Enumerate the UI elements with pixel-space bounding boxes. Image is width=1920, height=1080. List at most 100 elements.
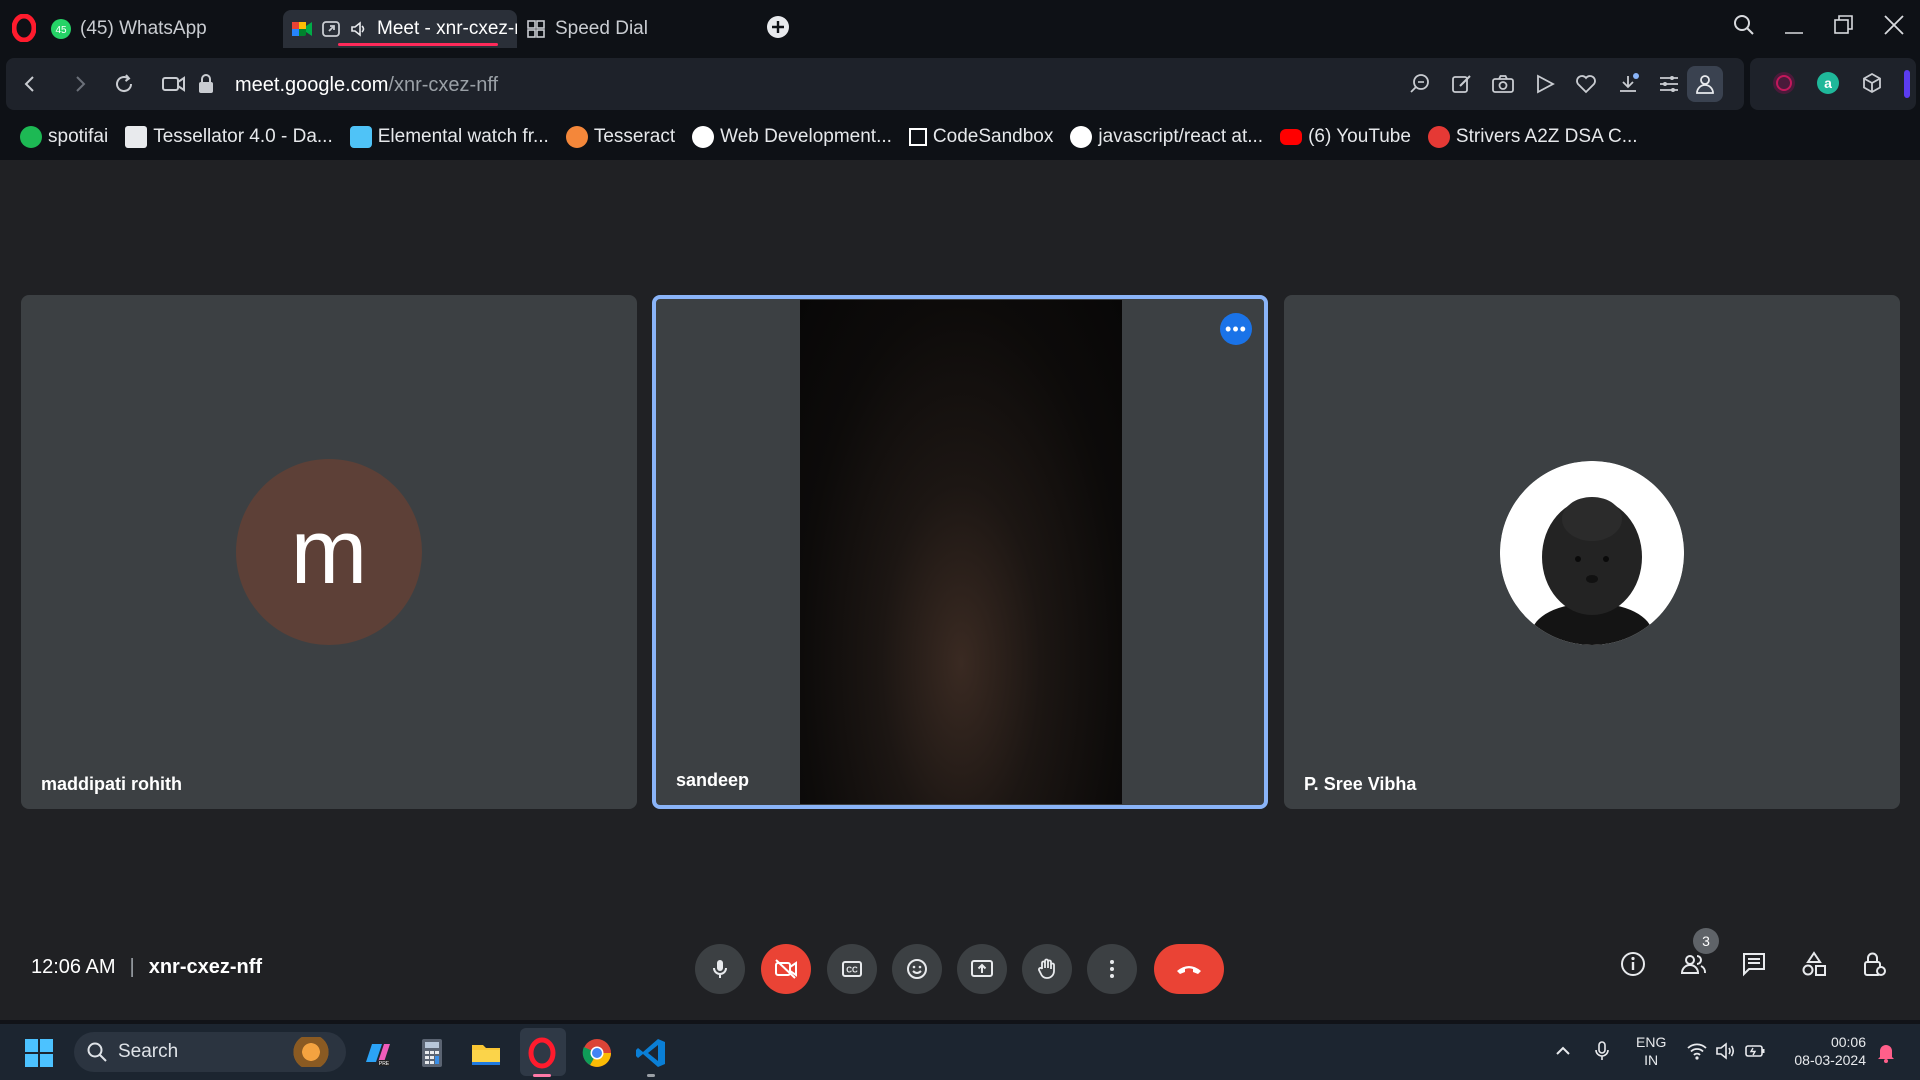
- opera-app-icon[interactable]: [525, 1036, 559, 1070]
- copilot-icon[interactable]: PRE: [360, 1036, 394, 1070]
- bookmark-tessellator[interactable]: Tessellator 4.0 - Da...: [125, 126, 333, 148]
- bookmark-strivers[interactable]: Strivers A2Z DSA C...: [1427, 126, 1638, 148]
- bookmark-spotifai[interactable]: spotifai: [20, 126, 108, 148]
- tab-whatsapp[interactable]: 45 (45) WhatsApp: [50, 10, 207, 48]
- pip-icon[interactable]: [321, 19, 341, 39]
- bookmark-tesseract[interactable]: Tesseract: [565, 126, 675, 148]
- participant-tile[interactable]: m maddipati rohith: [21, 295, 637, 809]
- send-icon[interactable]: [1533, 72, 1557, 96]
- language-indicator[interactable]: ENG IN: [1636, 1033, 1666, 1069]
- bookmark-web-development[interactable]: Web Development...: [692, 126, 892, 148]
- camera-permission-icon[interactable]: [161, 72, 187, 96]
- address-bar: meet.google.com/xnr-cxez-nff: [6, 58, 1744, 110]
- url-host: meet.google.com: [235, 74, 389, 96]
- bookmark-label: Elemental watch fr...: [377, 126, 549, 147]
- wifi-icon[interactable]: [1686, 1041, 1708, 1061]
- extensions-cube-icon[interactable]: [1860, 71, 1884, 95]
- back-icon[interactable]: [18, 72, 42, 96]
- windows-taskbar: Search PRE ENG IN 00:06 08-03-2024: [0, 1024, 1920, 1080]
- present-screen-button[interactable]: [957, 944, 1007, 994]
- bookmark-label: (6) YouTube: [1308, 126, 1411, 147]
- microphone-tray-icon[interactable]: [1592, 1040, 1612, 1062]
- raise-hand-button[interactable]: [1022, 944, 1072, 994]
- extension-a-icon[interactable]: a: [1816, 71, 1840, 95]
- new-tab-icon[interactable]: [766, 15, 790, 39]
- search-page-icon[interactable]: [1408, 72, 1432, 96]
- tab-meet[interactable]: Meet - xnr-cxez-nff: [283, 10, 517, 48]
- tab-label: (45) WhatsApp: [80, 18, 207, 39]
- chevron-up-icon[interactable]: [1553, 1041, 1573, 1061]
- calculator-icon[interactable]: [415, 1036, 449, 1070]
- notification-bell-icon[interactable]: [1876, 1041, 1896, 1063]
- participant-tile[interactable]: P. Sree Vibha: [1284, 295, 1900, 809]
- bookmark-label: spotifai: [48, 126, 109, 147]
- bookmarks-bar: spotifai Tessellator 4.0 - Da... Element…: [0, 114, 1920, 160]
- camera-off-button[interactable]: [761, 944, 811, 994]
- speaker-icon[interactable]: [349, 19, 369, 39]
- tab-speed-dial[interactable]: Speed Dial: [525, 10, 648, 48]
- svg-text:PRE: PRE: [379, 1061, 390, 1067]
- windows-start-icon[interactable]: [24, 1038, 54, 1068]
- url-field[interactable]: meet.google.com/xnr-cxez-nff: [235, 74, 498, 97]
- taskbar-search[interactable]: Search: [74, 1032, 346, 1072]
- bookmark-codesandbox[interactable]: CodeSandbox: [908, 126, 1053, 148]
- edit-icon[interactable]: [1450, 72, 1474, 96]
- search-label: Search: [118, 1041, 179, 1062]
- bookmark-github-react[interactable]: javascript/react at...: [1070, 126, 1263, 148]
- restore-icon[interactable]: [1832, 13, 1856, 37]
- tesseract-icon: [565, 126, 588, 148]
- search-tabs-icon[interactable]: [1732, 13, 1756, 37]
- clock-time: 00:06: [1830, 1034, 1866, 1050]
- heart-icon[interactable]: [1574, 72, 1598, 96]
- opera-logo-icon[interactable]: [12, 14, 36, 42]
- sidebar-toggle[interactable]: [1904, 70, 1910, 98]
- emoji-reaction-button[interactable]: [892, 944, 942, 994]
- file-explorer-icon[interactable]: [469, 1036, 503, 1070]
- volume-icon[interactable]: [1715, 1041, 1737, 1061]
- battery-icon[interactable]: [1744, 1041, 1766, 1061]
- svg-text:45: 45: [55, 25, 67, 36]
- clock-date: 08-03-2024: [1794, 1052, 1866, 1068]
- taskbar-running-indicator: [647, 1074, 655, 1077]
- github-icon: [1070, 126, 1093, 148]
- url-path: /xnr-cxez-nff: [388, 74, 499, 96]
- speed-dial-icon: [525, 18, 547, 40]
- search-icon: [86, 1041, 108, 1063]
- participant-name: maddipati rohith: [41, 774, 182, 794]
- profile-icon[interactable]: [1687, 66, 1723, 102]
- region-code: IN: [1644, 1052, 1659, 1068]
- taskbar-active-indicator: [533, 1074, 551, 1077]
- tessellator-icon: [125, 126, 148, 148]
- lock-icon[interactable]: [196, 72, 216, 96]
- microphone-button[interactable]: [695, 944, 745, 994]
- extension-sr-icon[interactable]: [1772, 71, 1796, 95]
- chrome-icon[interactable]: [580, 1036, 614, 1070]
- chat-icon[interactable]: [1740, 950, 1768, 978]
- snapshot-icon[interactable]: [1491, 72, 1515, 96]
- captions-button[interactable]: CC: [827, 944, 877, 994]
- leave-call-button[interactable]: [1154, 944, 1224, 994]
- tab-label: Speed Dial: [555, 18, 648, 39]
- svg-text:CC: CC: [846, 966, 858, 975]
- forward-icon[interactable]: [68, 72, 92, 96]
- reload-icon[interactable]: [112, 72, 136, 96]
- meeting-info-icon[interactable]: [1619, 950, 1647, 978]
- download-icon[interactable]: [1616, 72, 1640, 96]
- codesandbox-icon: [908, 128, 927, 146]
- more-options-icon[interactable]: •••: [1220, 313, 1252, 345]
- people-icon[interactable]: [1679, 950, 1707, 978]
- bookmark-youtube[interactable]: (6) YouTube: [1280, 126, 1411, 148]
- activities-icon[interactable]: [1800, 950, 1828, 978]
- whatsapp-icon: 45: [50, 18, 72, 40]
- bookmark-label: Tessellator 4.0 - Da...: [153, 126, 333, 147]
- more-options-button[interactable]: [1087, 944, 1137, 994]
- vscode-icon[interactable]: [634, 1036, 668, 1070]
- close-icon[interactable]: [1882, 13, 1906, 37]
- host-controls-icon[interactable]: [1860, 950, 1888, 978]
- system-clock[interactable]: 00:06 08-03-2024: [1786, 1033, 1866, 1069]
- search-highlight-icon: [286, 1037, 336, 1067]
- bookmark-elemental-watch[interactable]: Elemental watch fr...: [349, 126, 549, 148]
- easy-setup-icon[interactable]: [1657, 72, 1681, 96]
- participant-tile-active-speaker[interactable]: ••• sandeep: [652, 295, 1268, 809]
- minimize-icon[interactable]: [1782, 13, 1806, 37]
